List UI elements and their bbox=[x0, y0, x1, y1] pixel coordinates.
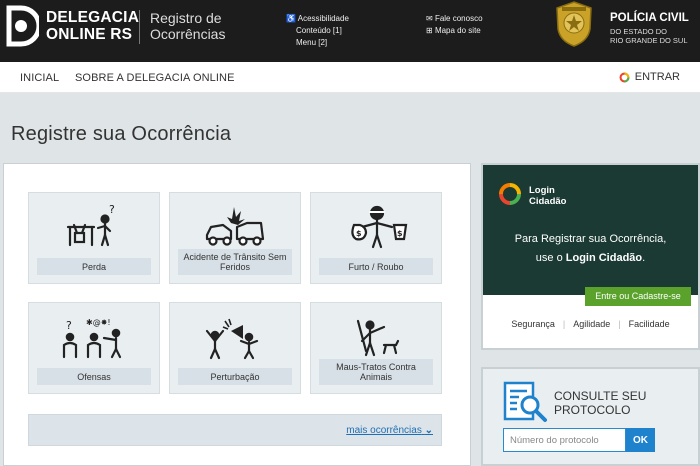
tile-perturbacao[interactable]: Perturbação bbox=[169, 302, 301, 394]
occurrence-grid: ? Perda Acidente de Trânsito Sem Feridos bbox=[3, 163, 471, 466]
signin-register-button[interactable]: Entre ou Cadastre-se bbox=[585, 287, 691, 306]
login-cidadao-text: Para Registrar sua Ocorrência, use o Log… bbox=[514, 233, 667, 264]
org-subtitle: DO ESTADO DO RIO GRANDE DO SUL bbox=[610, 27, 688, 45]
page-title: Registre sua Ocorrência bbox=[11, 123, 232, 145]
login-features: Segurança | Agilidade | Facilidade bbox=[511, 319, 670, 329]
animal-abuse-icon bbox=[356, 319, 400, 357]
protocol-title: CONSULTE SEU PROTOCOLO bbox=[554, 389, 647, 417]
car-crash-icon bbox=[205, 207, 265, 246]
chevron-down-icon: ⌄ bbox=[424, 425, 433, 436]
tile-label: Furto / Roubo bbox=[319, 258, 433, 275]
document-search-icon bbox=[503, 381, 547, 422]
megaphone-noise-icon bbox=[205, 318, 259, 360]
sitemap-icon: ⊞ bbox=[426, 26, 433, 35]
protocol-number-input[interactable] bbox=[503, 428, 626, 452]
login-cidadao-card: Login Cidadão Para Registrar sua Ocorrên… bbox=[481, 163, 700, 350]
svg-text:?: ? bbox=[66, 319, 72, 332]
main-nav: INICIAL SOBRE A DELEGACIA ONLINE ENTRAR bbox=[0, 62, 700, 93]
people-arguing-icon: ? ✱@✸! bbox=[62, 318, 122, 359]
tile-furto-roubo[interactable]: $ $ Furto / Roubo bbox=[310, 192, 442, 284]
envelope-icon: ✉ bbox=[426, 14, 433, 23]
tile-label: Acidente de Trânsito Sem Feridos bbox=[178, 249, 292, 275]
contact-links: ✉ Fale conosco ⊞ Mapa do site bbox=[426, 13, 483, 37]
thief-money-bags-icon: $ $ bbox=[351, 205, 408, 249]
svg-text:$: $ bbox=[356, 229, 362, 238]
login-cidadao-icon bbox=[619, 72, 630, 82]
nav-about-link[interactable]: SOBRE A DELEGACIA ONLINE bbox=[75, 72, 235, 84]
sitemap-link[interactable]: ⊞ Mapa do site bbox=[426, 25, 483, 37]
tile-ofensas[interactable]: ? ✱@✸! Ofensas bbox=[28, 302, 160, 394]
accessibility-links: ♿ Acessibilidade Conteúdo [1] Menu [2] bbox=[286, 13, 349, 49]
delegacia-logo-icon[interactable] bbox=[5, 4, 39, 48]
protocol-lookup-card: CONSULTE SEU PROTOCOLO OK bbox=[481, 367, 700, 466]
login-cidadao-brand: Login Cidadão bbox=[529, 185, 567, 207]
tile-label: Perturbação bbox=[178, 368, 292, 385]
person-desk-question-icon: ? bbox=[66, 203, 115, 247]
tile-label: Maus-Tratos Contra Animais bbox=[319, 359, 433, 385]
nav-home-link[interactable]: INICIAL bbox=[20, 72, 59, 84]
login-link[interactable]: ENTRAR bbox=[619, 71, 680, 83]
police-badge-icon[interactable] bbox=[554, 1, 594, 47]
skip-to-content-link[interactable]: Conteúdo [1] bbox=[286, 25, 349, 37]
brand-subtitle: Registro de Ocorrências bbox=[150, 10, 226, 42]
tile-label: Ofensas bbox=[37, 368, 151, 385]
login-cidadao-logo-icon bbox=[499, 183, 521, 205]
contact-link[interactable]: ✉ Fale conosco bbox=[426, 13, 483, 25]
accessibility-icon: ♿ bbox=[286, 14, 296, 23]
brand-divider bbox=[139, 10, 140, 44]
tile-perda[interactable]: ? Perda bbox=[28, 192, 160, 284]
more-occurrences-bar: mais ocorrências ⌄ bbox=[28, 414, 442, 446]
org-title: POLÍCIA CIVIL bbox=[610, 12, 689, 24]
tile-label: Perda bbox=[37, 258, 151, 275]
top-header: DELEGACIA ONLINE RS Registro de Ocorrênc… bbox=[0, 0, 700, 62]
svg-text:$: $ bbox=[397, 229, 403, 238]
tile-maus-tratos[interactable]: Maus-Tratos Contra Animais bbox=[310, 302, 442, 394]
login-cidadao-banner: Login Cidadão Para Registrar sua Ocorrên… bbox=[483, 165, 698, 295]
accessibility-link[interactable]: ♿ Acessibilidade bbox=[286, 13, 349, 25]
skip-to-menu-link[interactable]: Menu [2] bbox=[286, 37, 349, 49]
protocol-ok-button[interactable]: OK bbox=[626, 428, 655, 452]
svg-text:?: ? bbox=[109, 203, 115, 216]
tile-acidente[interactable]: Acidente de Trânsito Sem Feridos bbox=[169, 192, 301, 284]
svg-text:✱@✸!: ✱@✸! bbox=[86, 318, 111, 327]
brand-name[interactable]: DELEGACIA ONLINE RS bbox=[46, 9, 139, 43]
more-occurrences-link[interactable]: mais ocorrências ⌄ bbox=[346, 425, 433, 436]
